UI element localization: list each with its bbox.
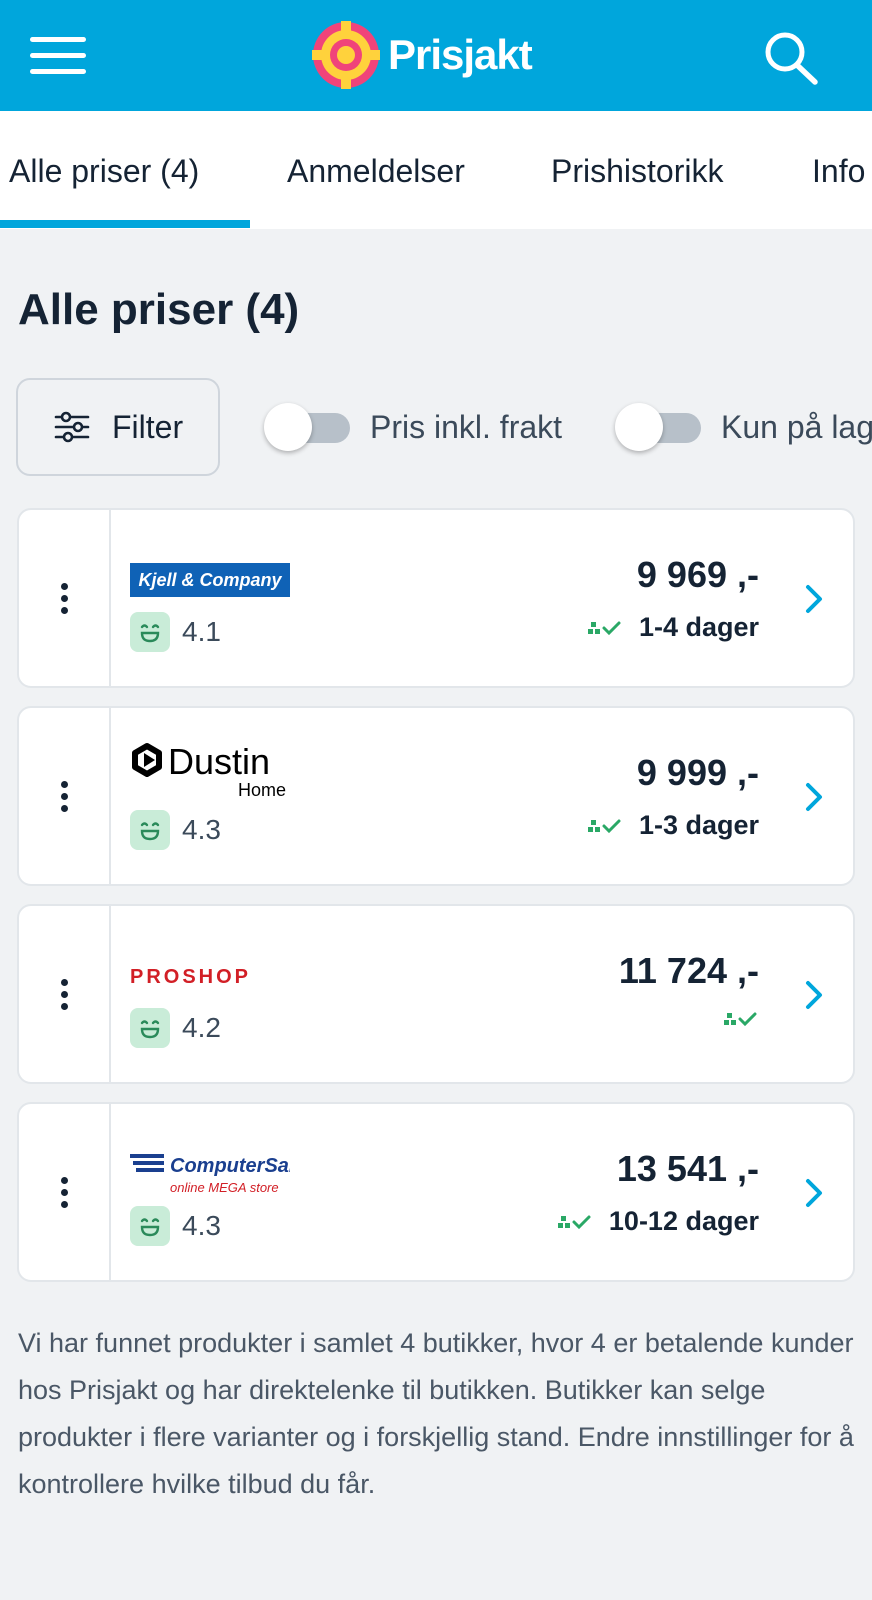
store-logo-dustin: Dustin Home [132,742,286,800]
offer-price: 9 999 ,- [636,752,759,793]
in-stock-icon [557,1215,591,1229]
chevron-right-icon[interactable] [803,978,827,1012]
store-info-text: Vi har funnet produkter i samlet 4 butik… [18,1328,854,1499]
smiley-rating-icon [130,810,170,850]
svg-text:Home: Home [238,780,286,800]
smiley-rating-icon [130,612,170,652]
toggle-label: Kun på lag [721,408,872,445]
search-icon[interactable] [762,30,820,86]
svg-text:online MEGA store: online MEGA store [170,1180,279,1195]
toggle-in-stock-only[interactable]: Kun på lag [615,398,872,456]
sliders-icon [54,411,90,443]
more-options-button[interactable] [19,1104,111,1280]
toggle-price-incl-shipping[interactable]: Pris inkl. frakt [264,398,562,456]
toggle-switch[interactable] [264,403,350,451]
store-rating: 4.1 [130,612,221,652]
smiley-rating-icon [130,1008,170,1048]
prisjakt-logo-mark-icon [312,21,380,89]
tab-all-prices[interactable]: Alle priser (4) [9,153,199,190]
tab-reviews[interactable]: Anmeldelser [287,153,465,190]
more-vertical-icon [60,978,68,1010]
store-logo-kjell: Kjell & Company [130,563,290,597]
rating-value: 4.1 [182,616,221,647]
store-logo-computersalg: ComputerSalg online MEGA store [130,1154,290,1195]
toggle-switch[interactable] [615,403,701,451]
brand-name: Prisjakt [388,31,533,78]
svg-text:Kjell & Company: Kjell & Company [138,570,282,590]
delivery-info [723,1008,759,1030]
active-tab-indicator [0,220,250,228]
toggle-label: Pris inkl. frakt [370,408,563,445]
more-options-button[interactable] [19,510,111,686]
store-logo-proshop: PROSHOP [130,966,251,988]
in-stock-icon [587,819,621,833]
delivery-time: 10-12 dager [608,1206,759,1236]
rating-value: 4.3 [182,814,221,845]
filter-button[interactable]: Filter [16,378,220,476]
top-app-bar: Prisjakt [0,0,872,111]
more-vertical-icon [60,780,68,812]
tab-bar: Alle priser (4) Anmeldelser Prishistorik… [0,111,872,229]
offer-row[interactable]: Dustin Home 4.3 9 999 ,- 1-3 dager [17,706,855,886]
more-vertical-icon [60,1176,68,1208]
offer-row[interactable]: PROSHOP 4.2 11 724 ,- [17,904,855,1084]
prisjakt-logo[interactable]: Prisjakt [312,20,533,90]
offer-price: 11 724 ,- [618,950,759,991]
in-stock-icon [587,621,621,635]
more-options-button[interactable] [19,906,111,1082]
page-title: Alle priser (4) [18,285,300,334]
svg-text:Dustin: Dustin [168,742,270,782]
more-vertical-icon [60,582,68,614]
smiley-rating-icon [130,1206,170,1246]
delivery-time: 1-3 dager [638,810,759,840]
tab-price-history[interactable]: Prishistorikk [551,153,723,190]
delivery-info: 10-12 dager [557,1206,759,1237]
store-rating: 4.2 [130,1008,221,1048]
hamburger-menu-icon[interactable] [30,37,86,75]
svg-text:PROSHOP: PROSHOP [130,966,251,988]
offer-row[interactable]: ComputerSalg online MEGA store 4.3 13 54… [17,1102,855,1282]
filter-label: Filter [112,408,184,445]
store-rating: 4.3 [130,1206,221,1246]
rating-value: 4.2 [182,1012,221,1043]
chevron-right-icon[interactable] [803,1176,827,1210]
chevron-right-icon[interactable] [803,780,827,814]
delivery-time: 1-4 dager [638,612,759,642]
in-stock-icon [724,1012,757,1027]
svg-text:ComputerSalg: ComputerSalg [170,1155,290,1177]
delivery-info: 1-3 dager [587,810,759,841]
chevron-right-icon[interactable] [803,582,827,616]
offer-row[interactable]: Kjell & Company 4.1 9 969 ,- 1-4 dager [17,508,855,688]
tab-info[interactable]: Info [812,153,865,190]
offer-price: 13 541 ,- [616,1148,759,1189]
offer-price: 9 969 ,- [636,554,759,595]
store-rating: 4.3 [130,810,221,850]
rating-value: 4.3 [182,1210,221,1241]
more-options-button[interactable] [19,708,111,884]
delivery-info: 1-4 dager [587,612,759,643]
